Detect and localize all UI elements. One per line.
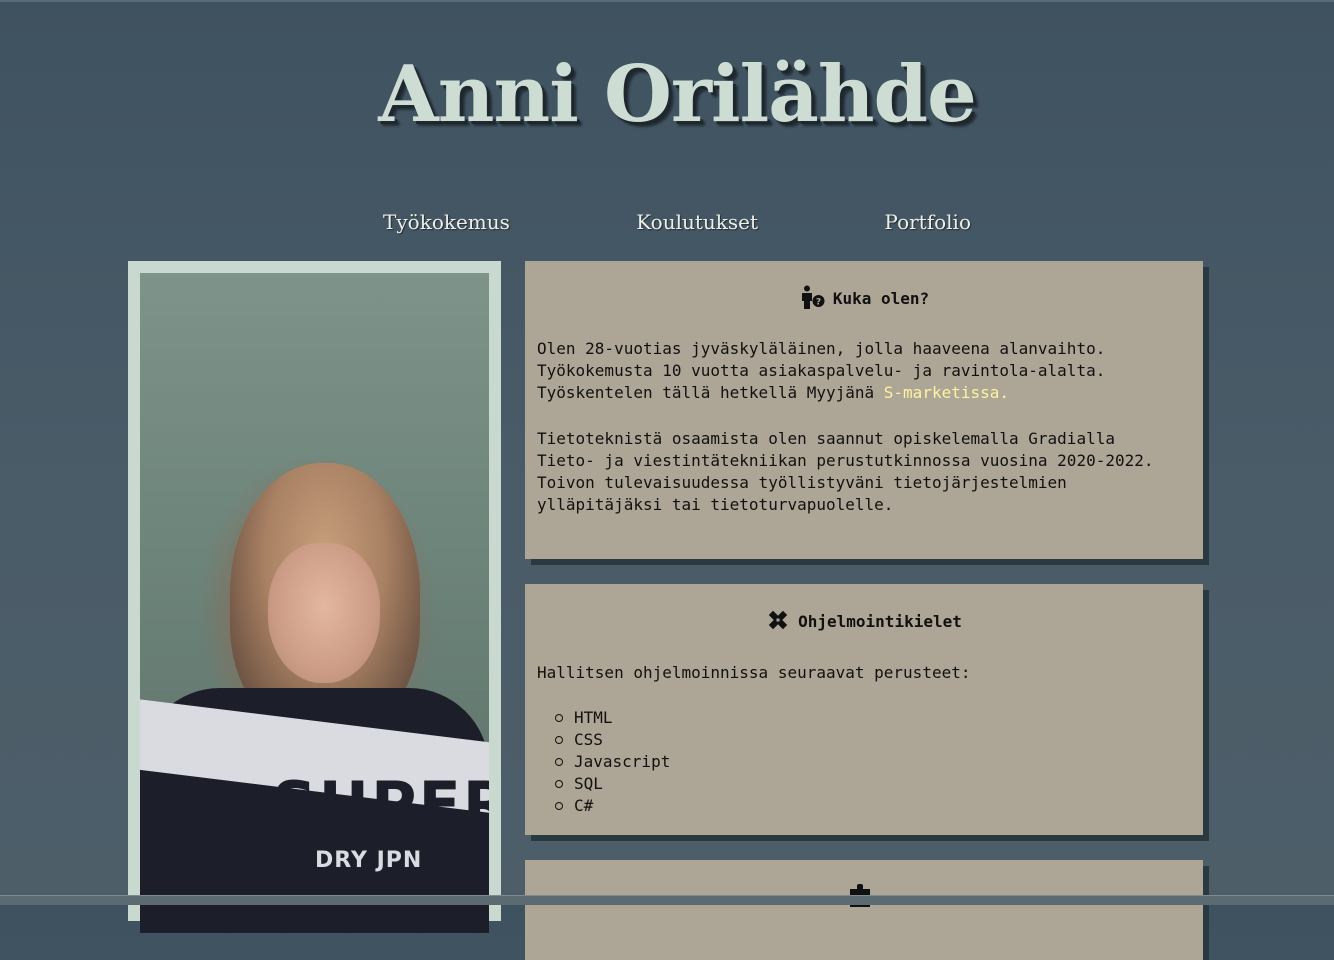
list-item: HTML — [555, 707, 1191, 729]
about-line-5: Tieto- ja viestintätekniikan perustutkin… — [537, 451, 1154, 470]
nav-item-koulutukset[interactable]: Koulutukset — [626, 210, 768, 234]
about-heading: ? Kuka olen? — [537, 261, 1191, 315]
pencil-ruler-icon — [766, 608, 790, 638]
languages-intro: Hallitsen ohjelmoinnissa seuraavat perus… — [537, 663, 971, 682]
about-line-1: Olen 28-vuotias jyväskyläläinen, jolla h… — [537, 339, 1106, 358]
nav-item-portfolio[interactable]: Portfolio — [874, 210, 981, 234]
languages-card: Ohjelmointikielet Hallitsen ohjelmoinnis… — [525, 584, 1203, 835]
about-title: Kuka olen? — [832, 289, 930, 308]
languages-title: Ohjelmointikielet — [798, 612, 962, 631]
languages-heading: Ohjelmointikielet — [537, 584, 1191, 638]
list-item: Javascript — [555, 751, 1191, 773]
photo-face — [268, 543, 380, 683]
list-item: C# — [555, 795, 1191, 817]
languages-list: HTML CSS Javascript SQL C# — [537, 707, 1191, 817]
third-card — [525, 860, 1203, 960]
employer-highlight: S-marketissa. — [883, 383, 1010, 402]
about-line-3-prefix: Työskentelen tällä hetkellä Myyjänä — [537, 383, 884, 402]
svg-text:?: ? — [816, 298, 821, 308]
about-paragraph-1: Olen 28-vuotias jyväskyläläinen, jolla h… — [537, 338, 1191, 404]
list-item: SQL — [555, 773, 1191, 795]
photo-shirt-subtext: DRY JPN — [315, 848, 423, 873]
nav-item-tyokokemus[interactable]: Työkokemus — [373, 210, 520, 234]
site-title: Anni Orilähde — [378, 49, 976, 140]
about-line-4: Tietoteknistä osaamista olen saannut opi… — [537, 429, 1115, 448]
photo-shirt-text: SUPER — [272, 768, 489, 841]
about-line-2: Työkokemusta 10 vuotta asiakaspalvelu- j… — [537, 361, 1106, 380]
top-edge — [0, 0, 1334, 2]
about-paragraph-2: Tietoteknistä osaamista olen saannut opi… — [537, 428, 1191, 516]
main-nav: Työkokemus Koulutukset Portfolio — [0, 210, 1334, 234]
third-card-heading — [537, 860, 1191, 914]
list-item: CSS — [555, 729, 1191, 751]
profile-photo-frame: SUPER DRY JPN — [128, 261, 501, 933]
profile-photo: SUPER DRY JPN — [140, 273, 489, 933]
person-question-icon: ? — [799, 285, 825, 315]
about-line-6: Toivon tulevaisuudessa työllistyväni tie… — [537, 473, 1067, 492]
about-card: ? Kuka olen? Olen 28-vuotias jyväskylälä… — [525, 261, 1203, 559]
about-line-7: ylläpitäjäksi tai tietoturvapuolelle. — [537, 495, 894, 514]
